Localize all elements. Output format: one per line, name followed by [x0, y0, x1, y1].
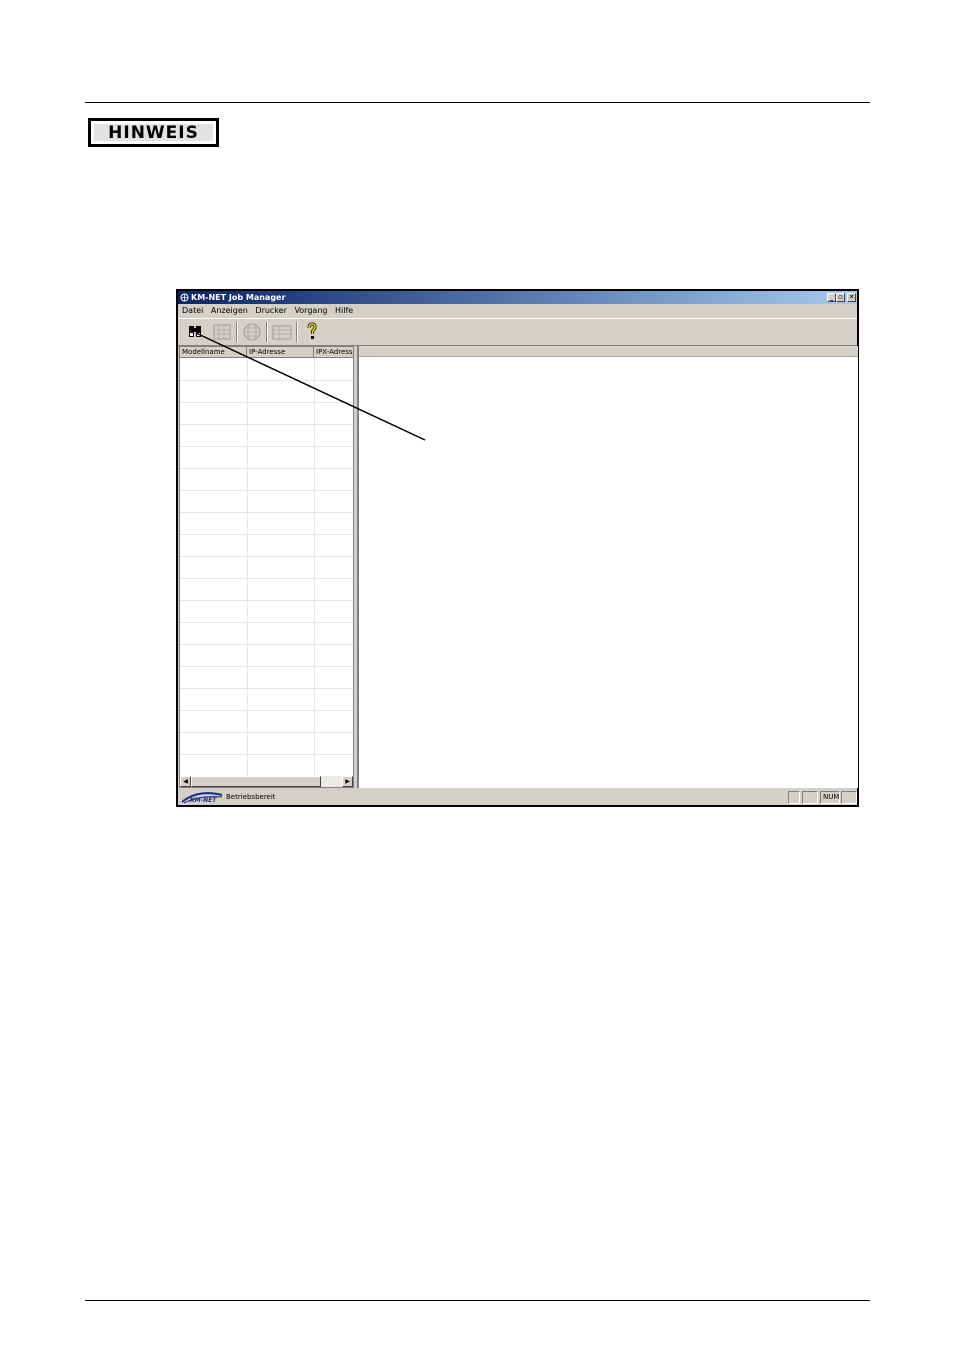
- top-rule: [85, 102, 870, 103]
- table-column-line: [247, 358, 248, 778]
- table-row-line: [180, 468, 353, 469]
- table-row-line: [180, 688, 353, 689]
- hinweis-label: HINWEIS: [94, 123, 213, 143]
- column-header-ip-adresse[interactable]: IP-Adresse: [247, 347, 314, 358]
- km-net-logo-text: KM-NET: [190, 797, 217, 804]
- app-window: KM-NET Job Manager _ ▫ ✕ Datei Anzeigen …: [176, 289, 859, 807]
- menu-hilfe[interactable]: Hilfe: [335, 304, 353, 317]
- menu-anzeigen[interactable]: Anzeigen: [211, 304, 248, 317]
- app-icon: [180, 293, 189, 302]
- binoculars-icon: [189, 326, 201, 337]
- toolbar-separator: [236, 322, 238, 342]
- table-row-line: [180, 578, 353, 579]
- km-net-logo: KM-NET: [181, 792, 223, 804]
- title-bar[interactable]: KM-NET Job Manager _ ▫ ✕: [178, 291, 857, 304]
- table-row-line: [180, 424, 353, 425]
- printer-status-button[interactable]: [211, 322, 233, 342]
- toolbar-separator: [266, 322, 268, 342]
- menu-bar: Datei Anzeigen Drucker Vorgang Hilfe: [178, 304, 857, 317]
- printer-grid-icon: [213, 324, 231, 340]
- hinweis-badge: HINWEIS: [88, 118, 219, 147]
- column-header-ipx-adresse[interactable]: IPX-Adresse: [314, 347, 353, 358]
- status-bar: KM-NET Betriebsbereit NUM: [178, 790, 857, 805]
- help-button[interactable]: [301, 322, 323, 342]
- bottom-rule: [85, 1300, 870, 1301]
- globe-icon: [243, 323, 261, 341]
- job-view-pane[interactable]: [357, 346, 858, 788]
- menu-vorgang[interactable]: Vorgang: [294, 304, 327, 317]
- table-row-line: [180, 600, 353, 601]
- restore-button[interactable]: ▫: [836, 293, 845, 302]
- table-row-line: [180, 512, 353, 513]
- table-row-line: [180, 402, 353, 403]
- status-panel-caps: [788, 791, 800, 804]
- job-list-button[interactable]: [271, 322, 293, 342]
- scroll-right-button[interactable]: ▶: [342, 776, 353, 787]
- printer-network-button[interactable]: [241, 322, 263, 342]
- menu-datei[interactable]: Datei: [182, 304, 203, 317]
- table-row-line: [180, 732, 353, 733]
- scroll-thumb[interactable]: [191, 776, 321, 787]
- job-view-header: [359, 346, 858, 357]
- table-row-line: [180, 446, 353, 447]
- close-button[interactable]: ✕: [847, 293, 856, 302]
- table-row-line: [180, 666, 353, 667]
- table-row-line: [180, 380, 353, 381]
- table-row-line: [180, 644, 353, 645]
- minimize-button[interactable]: _: [827, 293, 836, 302]
- help-question-icon: [307, 322, 317, 339]
- scroll-left-button[interactable]: ◀: [180, 776, 191, 787]
- table-row-line: [180, 710, 353, 711]
- printer-list[interactable]: Modellname IP-Adresse IPX-Adresse ◀ ▶: [179, 346, 354, 788]
- toolbar-separator: [296, 322, 298, 342]
- table-row-line: [180, 490, 353, 491]
- table-row-line: [180, 622, 353, 623]
- horizontal-scrollbar[interactable]: ◀ ▶: [180, 776, 353, 787]
- table-column-line: [314, 358, 315, 778]
- menu-drucker[interactable]: Drucker: [255, 304, 286, 317]
- status-panel-scroll: [802, 791, 818, 804]
- table-row-line: [180, 556, 353, 557]
- status-panel-extra: [841, 791, 857, 804]
- status-text: Betriebsbereit: [226, 793, 276, 801]
- status-panel-num: NUM: [820, 791, 840, 804]
- list-icon: [272, 325, 292, 340]
- table-row-line: [180, 534, 353, 535]
- search-printer-button[interactable]: [184, 322, 206, 342]
- toolbar: [178, 318, 857, 346]
- column-header-modellname[interactable]: Modellname: [180, 347, 247, 358]
- table-row-line: [180, 754, 353, 755]
- window-title: KM-NET Job Manager: [191, 293, 286, 302]
